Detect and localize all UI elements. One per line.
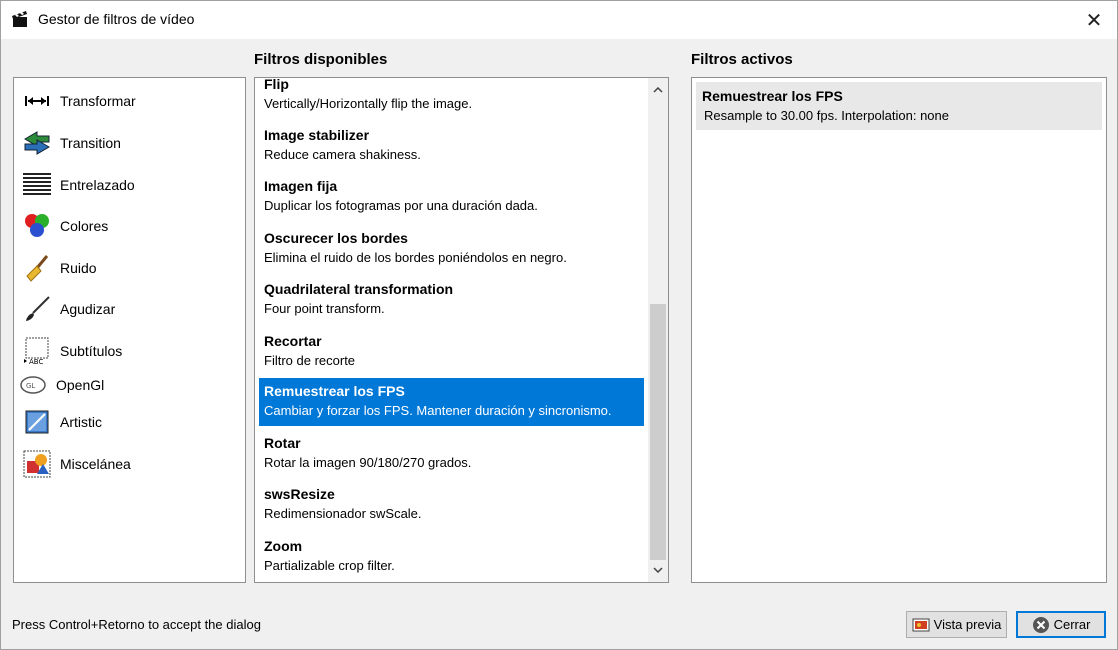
close-circle-icon bbox=[1032, 616, 1050, 634]
filter-name: Recortar bbox=[264, 333, 322, 349]
category-label: Transition bbox=[60, 135, 121, 151]
available-filters-heading: Filtros disponibles bbox=[254, 51, 388, 68]
filter-description: Reduce camera shakiness. bbox=[264, 147, 421, 162]
filter-item-zoom[interactable]: Zoom Partializable crop filter. bbox=[259, 533, 644, 581]
filter-item-remuestrear-fps[interactable]: Remuestrear los FPS Cambiar y forzar los… bbox=[259, 378, 644, 426]
filter-description: Vertically/Horizontally flip the image. bbox=[264, 96, 473, 111]
keyboard-hint: Press Control+Retorno to accept the dial… bbox=[12, 617, 261, 632]
filter-item-rotar[interactable]: Rotar Rotar la imagen 90/180/270 grados. bbox=[259, 430, 644, 478]
preview-button[interactable]: Vista previa bbox=[906, 611, 1007, 638]
filter-item-imagen-fija[interactable]: Imagen fija Duplicar los fotogramas por … bbox=[259, 173, 644, 221]
filter-item-recortar[interactable]: Recortar Filtro de recorte bbox=[259, 328, 644, 376]
window-title: Gestor de filtros de vídeo bbox=[38, 11, 195, 27]
filter-name: Flip bbox=[264, 77, 289, 92]
filter-name: Remuestrear los FPS bbox=[264, 383, 405, 399]
filter-item-flip[interactable]: Flip Vertically/Horizontally flip the im… bbox=[259, 77, 644, 119]
filter-description: Four point transform. bbox=[264, 301, 385, 316]
filter-description: Duplicar los fotogramas por una duración… bbox=[264, 198, 538, 213]
filter-name: Imagen fija bbox=[264, 178, 338, 194]
category-item-miscelanea[interactable]: Miscelánea bbox=[14, 447, 245, 481]
title-bar: Gestor de filtros de vídeo ✕ bbox=[1, 1, 1117, 39]
close-window-button[interactable]: ✕ bbox=[1079, 5, 1109, 35]
filter-item-swsresize[interactable]: swsResize Redimensionador swScale. bbox=[259, 481, 644, 529]
category-label: Miscelánea bbox=[60, 456, 131, 472]
category-label: Transformar bbox=[60, 93, 136, 109]
category-label: Agudizar bbox=[60, 301, 116, 317]
category-item-agudizar[interactable]: Agudizar bbox=[14, 292, 245, 326]
svg-text:ABC: ABC bbox=[29, 358, 43, 365]
colors-icon bbox=[22, 211, 52, 241]
close-button[interactable]: Cerrar bbox=[1016, 611, 1106, 638]
category-item-opengl[interactable]: GL OpenGl bbox=[14, 369, 245, 401]
close-button-label: Cerrar bbox=[1053, 617, 1091, 632]
category-item-entrelazado[interactable]: Entrelazado bbox=[14, 168, 245, 202]
filter-item-oscurecer-bordes[interactable]: Oscurecer los bordes Elimina el ruido de… bbox=[259, 225, 644, 273]
brush-icon bbox=[22, 294, 52, 324]
category-item-transformar[interactable]: Transformar bbox=[14, 84, 245, 118]
category-label: Ruido bbox=[60, 260, 97, 276]
filter-description: Redimensionador swScale. bbox=[264, 506, 422, 521]
category-label: Entrelazado bbox=[60, 177, 135, 193]
filter-description: Cambiar y forzar los FPS. Mantener durac… bbox=[264, 403, 612, 418]
category-item-subtitulos[interactable]: ABC Subtítulos bbox=[14, 334, 245, 368]
category-label: Artistic bbox=[60, 414, 102, 430]
vertical-scrollbar[interactable] bbox=[648, 78, 668, 582]
filter-name: Image stabilizer bbox=[264, 127, 370, 143]
filter-description: Rotar la imagen 90/180/270 grados. bbox=[264, 455, 472, 470]
category-item-transition[interactable]: Transition bbox=[14, 126, 245, 160]
artistic-icon bbox=[22, 407, 52, 437]
interlace-icon bbox=[22, 170, 52, 200]
filter-name: Zoom bbox=[264, 538, 303, 554]
active-filters-heading: Filtros activos bbox=[691, 51, 793, 68]
category-item-artistic[interactable]: Artistic bbox=[14, 405, 245, 439]
category-item-ruido[interactable]: Ruido bbox=[14, 251, 245, 285]
filter-description: Filtro de recorte bbox=[264, 353, 356, 368]
filter-name: Oscurecer los bordes bbox=[264, 230, 408, 246]
category-item-colores[interactable]: Colores bbox=[14, 209, 245, 243]
subtitles-icon: ABC bbox=[22, 336, 52, 366]
filter-name: Rotar bbox=[264, 435, 301, 451]
active-filter-name: Remuestrear los FPS bbox=[702, 88, 843, 104]
category-label: Colores bbox=[60, 218, 109, 234]
scroll-down-arrow-icon[interactable] bbox=[648, 560, 668, 580]
clapperboard-icon bbox=[11, 10, 29, 28]
category-label: Subtítulos bbox=[60, 343, 123, 359]
filter-description: Partializable crop filter. bbox=[264, 558, 395, 573]
misc-icon bbox=[22, 449, 52, 479]
filter-item-quadrilateral[interactable]: Quadrilateral transformation Four point … bbox=[259, 276, 644, 324]
scrollbar-thumb[interactable] bbox=[650, 304, 666, 560]
broom-icon bbox=[22, 253, 52, 283]
active-filter-description: Resample to 30.00 fps. Interpolation: no… bbox=[704, 108, 949, 123]
opengl-icon: GL bbox=[18, 370, 48, 400]
category-label: OpenGl bbox=[56, 377, 105, 393]
preview-button-label: Vista previa bbox=[933, 617, 1002, 632]
filter-description: Elimina el ruido de los bordes poniéndol… bbox=[264, 250, 567, 265]
transform-icon bbox=[22, 86, 52, 116]
svg-text:GL: GL bbox=[26, 382, 35, 390]
filter-item-image-stabilizer[interactable]: Image stabilizer Reduce camera shakiness… bbox=[259, 122, 644, 170]
category-list: Transformar Transition Entrelazado Color… bbox=[13, 77, 246, 583]
active-filter-item[interactable]: Remuestrear los FPS Resample to 30.00 fp… bbox=[696, 82, 1102, 130]
filter-name: swsResize bbox=[264, 486, 335, 502]
preview-icon bbox=[912, 616, 930, 634]
available-filters-list[interactable]: Flip Vertically/Horizontally flip the im… bbox=[254, 77, 669, 583]
active-filters-list[interactable]: Remuestrear los FPS Resample to 30.00 fp… bbox=[691, 77, 1107, 583]
filter-name: Quadrilateral transformation bbox=[264, 281, 454, 297]
transition-icon bbox=[22, 128, 52, 158]
scroll-up-arrow-icon[interactable] bbox=[648, 80, 668, 100]
